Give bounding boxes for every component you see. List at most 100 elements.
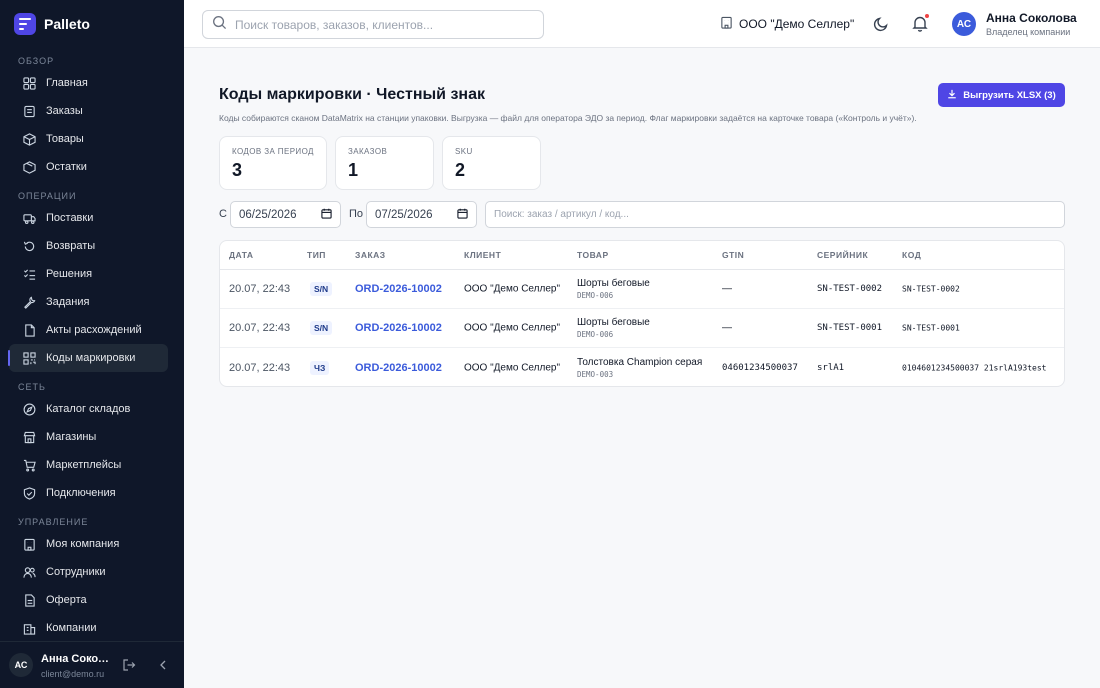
download-icon	[947, 89, 957, 102]
header-user-name[interactable]: Анна Соколова	[986, 11, 1077, 25]
cell-serial: srlA1	[817, 363, 844, 373]
product-sku: DEMO-003	[577, 370, 702, 379]
stat-card-codes: КОДОВ ЗА ПЕРИОД 3	[219, 136, 327, 190]
notification-dot	[924, 13, 930, 19]
search-icon	[212, 15, 227, 35]
cell-serial: SN-TEST-0002	[817, 284, 882, 294]
sidebar-item-marking-codes[interactable]: Коды маркировки	[9, 344, 168, 372]
cell-client: ООО "Демо Селлер"	[464, 284, 560, 295]
order-link[interactable]: ORD-2026-10002	[355, 283, 442, 295]
cell-client: ООО "Демо Селлер"	[464, 362, 560, 373]
stat-value: 2	[455, 160, 528, 181]
cell-gtin: —	[722, 284, 732, 295]
sidebar-item-discrepancy-acts[interactable]: Акты расхождений	[9, 316, 168, 344]
column-header[interactable]: КЛИЕНТ	[464, 250, 501, 260]
sidebar-item-products[interactable]: Товары	[9, 125, 168, 153]
sidebar-item-deliveries[interactable]: Поставки	[9, 204, 168, 232]
sidebar-item-label: Каталог складов	[46, 403, 130, 415]
column-header[interactable]: GTIN	[722, 250, 744, 260]
sidebar-nav: ОБЗОР Главная Заказы Товары Остатки ОПЕР…	[0, 52, 184, 642]
avatar[interactable]: АС	[9, 653, 33, 677]
sidebar-item-companies[interactable]: Компании	[9, 614, 168, 642]
column-header[interactable]: ДАТА	[229, 250, 254, 260]
building-icon	[720, 16, 733, 32]
avatar[interactable]: АС	[952, 12, 976, 36]
sidebar-item-marketplaces[interactable]: Маркетплейсы	[9, 451, 168, 479]
table-search-input[interactable]	[494, 209, 1056, 220]
sidebar-item-label: Поставки	[46, 212, 93, 224]
cell-serial: SN-TEST-0001	[817, 323, 882, 333]
sidebar-item-label: Сотрудники	[46, 566, 106, 578]
sidebar-item-label: Главная	[46, 77, 88, 89]
marking-codes-table: ДАТА ТИП ЗАКАЗ КЛИЕНТ ТОВАР GTIN СЕРИЙНИ…	[219, 240, 1065, 387]
sidebar-item-label: Магазины	[46, 431, 96, 443]
grid-icon	[23, 77, 36, 90]
sidebar-item-stock[interactable]: Остатки	[9, 153, 168, 181]
product-name: Толстовка Champion серая	[577, 357, 702, 368]
company-switcher[interactable]: ООО "Демо Селлер"	[720, 16, 854, 32]
stat-value: 1	[348, 160, 421, 181]
stat-card-orders: ЗАКАЗОВ 1	[335, 136, 434, 190]
sidebar-item-offer[interactable]: Оферта	[9, 586, 168, 614]
cell-code: SN-TEST-0002	[902, 285, 960, 294]
cell-code: 0104601234500037 21srlA1 93test	[902, 363, 1047, 372]
column-header[interactable]: ТОВАР	[577, 250, 609, 260]
orders-icon	[23, 105, 36, 118]
stat-label: ЗАКАЗОВ	[348, 147, 421, 156]
moon-icon[interactable]	[873, 16, 889, 32]
cell-gtin: 04601234500037	[722, 363, 798, 373]
order-link[interactable]: ORD-2026-10002	[355, 322, 442, 334]
sidebar-item-decisions[interactable]: Решения	[9, 260, 168, 288]
cell-date: 20.07, 22:43	[229, 283, 290, 295]
table-header: ДАТА ТИП ЗАКАЗ КЛИЕНТ ТОВАР GTIN СЕРИЙНИ…	[220, 241, 1064, 270]
date-to-input[interactable]: 07/25/2026	[366, 201, 477, 228]
sidebar-item-my-company[interactable]: Моя компания	[9, 530, 168, 558]
product-sku: DEMO-006	[577, 291, 650, 300]
column-header[interactable]: ЗАКАЗ	[355, 250, 386, 260]
column-header[interactable]: ТИП	[307, 250, 326, 260]
sidebar-item-orders[interactable]: Заказы	[9, 97, 168, 125]
store-icon	[23, 431, 36, 444]
brand[interactable]: Palleto	[14, 13, 90, 35]
stat-label: КОДОВ ЗА ПЕРИОД	[232, 147, 314, 156]
header-user-role: Владелец компании	[986, 27, 1070, 37]
building-icon	[23, 538, 36, 551]
product-name: Шорты беговые	[577, 278, 650, 289]
cell-gtin: —	[722, 323, 732, 334]
calendar-icon[interactable]	[321, 208, 332, 222]
column-header[interactable]: СЕРИЙНИК	[817, 250, 868, 260]
sidebar-item-employees[interactable]: Сотрудники	[9, 558, 168, 586]
order-link[interactable]: ORD-2026-10002	[355, 362, 442, 374]
cell-date: 20.07, 22:43	[229, 362, 290, 374]
logout-icon[interactable]	[122, 658, 136, 672]
table-search[interactable]	[485, 201, 1065, 228]
bell-icon[interactable]	[912, 15, 928, 32]
calendar-icon[interactable]	[457, 208, 468, 222]
sidebar-item-returns[interactable]: Возвраты	[9, 232, 168, 260]
return-icon	[23, 240, 36, 253]
sidebar-item-home[interactable]: Главная	[9, 69, 168, 97]
sidebar-item-label: Задания	[46, 296, 89, 308]
date-from-input[interactable]: 06/25/2026	[230, 201, 341, 228]
cell-product: Шорты беговые DEMO-006	[577, 317, 650, 339]
sidebar-item-stores[interactable]: Магазины	[9, 423, 168, 451]
sidebar-item-warehouse-catalog[interactable]: Каталог складов	[9, 395, 168, 423]
table-row[interactable]: 20.07, 22:43 S/N ORD-2026-10002 ООО "Дем…	[220, 270, 1064, 309]
sidebar-item-tasks[interactable]: Задания	[9, 288, 168, 316]
chevron-left-icon[interactable]	[156, 658, 170, 672]
export-label: Выгрузить XLSX (3)	[963, 90, 1056, 101]
table-row[interactable]: 20.07, 22:43 S/N ORD-2026-10002 ООО "Дем…	[220, 309, 1064, 348]
global-search[interactable]	[202, 10, 544, 39]
export-xlsx-button[interactable]: Выгрузить XLSX (3)	[938, 83, 1065, 107]
sidebar-item-label: Маркетплейсы	[46, 459, 121, 471]
sidebar-item-connections[interactable]: Подключения	[9, 479, 168, 507]
sidebar-user-panel: АС Анна Соколова client@demo.ru	[0, 641, 184, 688]
cart-icon	[23, 459, 36, 472]
search-input[interactable]	[235, 18, 525, 32]
nav-section-title: ОПЕРАЦИИ	[0, 187, 184, 204]
date-from-value: 06/25/2026	[239, 209, 297, 221]
sidebar-item-label: Возвраты	[46, 240, 95, 252]
nav-section-title: ОБЗОР	[0, 52, 184, 69]
column-header[interactable]: КОД	[902, 250, 921, 260]
table-row[interactable]: 20.07, 22:43 ЧЗ ORD-2026-10002 ООО "Демо…	[220, 348, 1064, 387]
